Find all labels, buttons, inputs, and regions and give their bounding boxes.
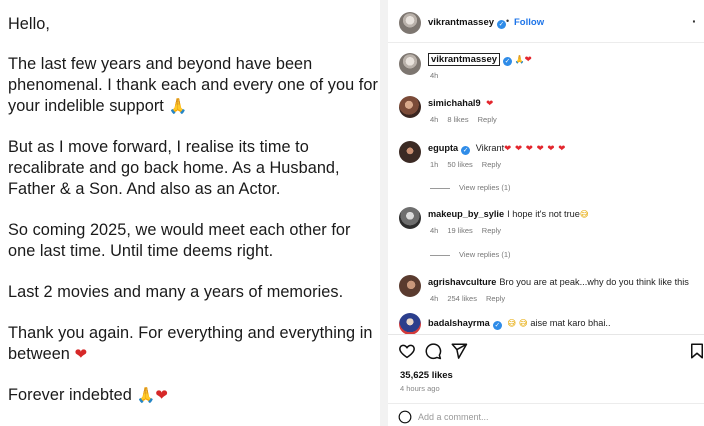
grinning-emoji-icon: 😅 😅: [507, 319, 528, 329]
comment-avatar[interactable]: [399, 275, 421, 297]
verified-icon: ✓: [492, 321, 502, 330]
comment-username[interactable]: simichahal9: [428, 98, 481, 108]
letter-paragraph-5: Thank you again. For everything and ever…: [8, 324, 373, 363]
folded-hands-emoji-icon: 🙏: [514, 55, 525, 64]
red-heart-emoji-icon: ❤: [155, 386, 168, 404]
comment-row: simichahal9 ❤: [428, 98, 494, 109]
comment-row: egupta ✓ Vikrant❤ ❤ ❤ ❤ ❤ ❤: [428, 143, 566, 155]
comment-meta: 4h 254 likes Reply: [430, 294, 506, 303]
verified-icon: ✓: [497, 20, 507, 29]
view-replies-button[interactable]: View replies (1): [430, 183, 511, 192]
more-options-icon[interactable]: ·: [692, 13, 697, 29]
comment-username[interactable]: badalshayrma ✓: [428, 318, 502, 330]
reply-button[interactable]: Reply: [486, 294, 505, 303]
letter-paragraph-2: But as I move forward, I realise its tim…: [8, 138, 340, 198]
bookmark-icon[interactable]: [688, 342, 704, 360]
comment-meta: 4h 8 likes Reply: [430, 115, 497, 124]
post-timestamp: 4 hours ago: [400, 384, 440, 393]
folded-hands-emoji-icon: 🙏: [168, 97, 188, 115]
share-icon[interactable]: [450, 342, 468, 360]
comment-row: agrishavculture Bro you are at peak...why…: [428, 277, 689, 287]
comment-username[interactable]: agrishavculture: [428, 277, 496, 287]
reply-button[interactable]: Reply: [482, 226, 501, 235]
letter-paragraph-1: The last few years and beyond have been …: [8, 55, 378, 115]
view-replies-button[interactable]: View replies (1): [430, 250, 511, 259]
comment-username[interactable]: egupta ✓: [428, 143, 471, 155]
folded-hands-emoji-icon: 🙏: [136, 386, 156, 404]
author-avatar[interactable]: [399, 12, 421, 34]
grinning-emoji-icon: 😅: [579, 210, 589, 220]
follow-button[interactable]: Follow: [514, 17, 544, 28]
comment-row: makeup_by_sylie I hope it's not true😅: [428, 209, 589, 220]
reply-button[interactable]: Reply: [478, 115, 497, 124]
panel-divider: [380, 0, 388, 426]
header-separator: •: [506, 16, 510, 26]
likes-count[interactable]: 35,625 likes: [400, 370, 453, 381]
comment-meta: 1h 50 likes Reply: [430, 160, 501, 169]
caption-author[interactable]: vikrantmassey ✓ 🙏❤: [428, 53, 533, 66]
verified-icon: ✓: [461, 146, 471, 155]
comment-row: badalshayrma ✓ 😅 😅 aise mat karo bhai..: [428, 318, 611, 330]
instagram-post-panel: vikrantmassey ✓ • Follow · vikrantmassey ✓…: [388, 0, 704, 426]
caption-avatar[interactable]: [399, 53, 421, 75]
comment-meta: 4h 19 likes Reply: [430, 226, 501, 235]
red-heart-emoji-icon: ❤: [74, 345, 88, 363]
letter-paragraph-6: Forever indebted 🙏❤: [8, 386, 168, 404]
letter-greeting: Hello,: [8, 15, 50, 33]
red-heart-emoji-icon: ❤: [524, 55, 533, 65]
heart-icon[interactable]: [398, 342, 416, 360]
letter-paragraph-4: Last 2 movies and many a years of memori…: [8, 283, 344, 301]
comment-input-divider: [388, 403, 704, 404]
caption-time: 4h: [430, 71, 439, 80]
red-hearts-emoji-icon: ❤ ❤ ❤ ❤ ❤ ❤: [504, 144, 566, 154]
verified-icon: ✓: [503, 57, 513, 66]
add-comment-input[interactable]: Add a comment...: [418, 412, 489, 422]
letter-paragraph-3: So coming 2025, we would meet each other…: [8, 221, 351, 260]
header-divider: [388, 42, 704, 43]
red-heart-emoji-icon: ❤: [486, 99, 494, 109]
comment-icon[interactable]: [424, 342, 442, 360]
comment-avatar[interactable]: [399, 207, 421, 229]
post-author[interactable]: vikrantmassey ✓: [428, 17, 507, 29]
comment-avatar[interactable]: [399, 313, 421, 335]
reply-button[interactable]: Reply: [482, 160, 501, 169]
actions-divider: [388, 334, 704, 335]
emoji-icon[interactable]: [398, 410, 412, 424]
announcement-letter: Hello, The last few years and beyond hav…: [8, 14, 380, 426]
comment-avatar[interactable]: [399, 141, 421, 163]
comment-username[interactable]: makeup_by_sylie: [428, 209, 504, 219]
comment-avatar[interactable]: [399, 96, 421, 118]
